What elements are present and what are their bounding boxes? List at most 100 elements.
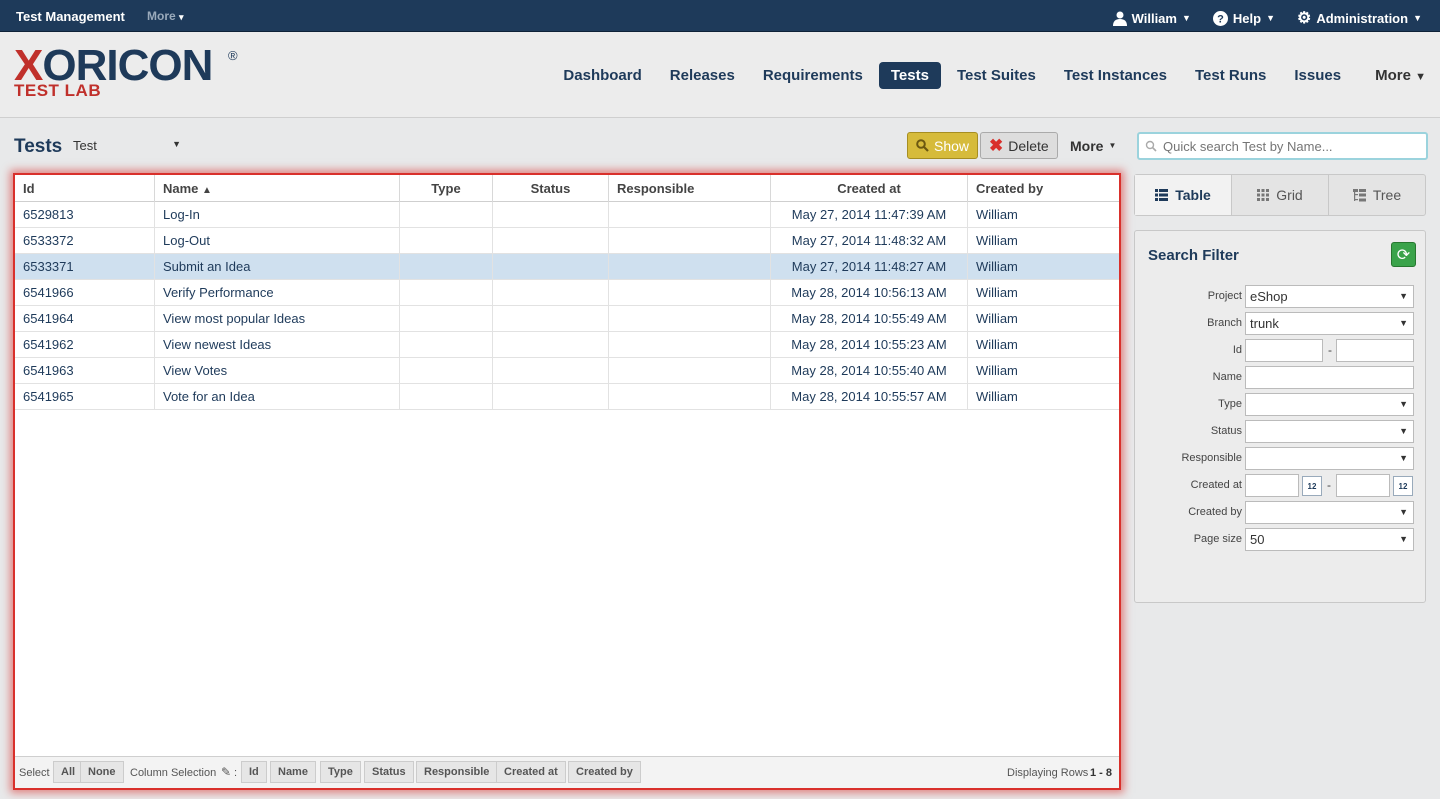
name-field[interactable] — [1245, 366, 1414, 389]
responsible-select[interactable]: ▼ — [1245, 447, 1414, 470]
column-header-id[interactable]: Id — [15, 175, 155, 202]
created-at-range-dash: - — [1327, 478, 1331, 492]
cell-name: Verify Performance — [155, 280, 400, 306]
chevron-down-icon: ▾ — [179, 12, 184, 22]
page-size-label: Page size — [1193, 533, 1242, 545]
project-select[interactable]: eShop ▼ — [1245, 285, 1414, 308]
cell-created-by: William — [976, 259, 1018, 274]
column-toggle-type[interactable]: Type — [320, 761, 361, 783]
select-none-button[interactable]: None — [80, 761, 124, 783]
column-header-type[interactable]: Type — [400, 175, 493, 202]
delete-button[interactable]: ✖ Delete — [980, 132, 1058, 159]
created-by-select[interactable]: ▼ — [1245, 501, 1414, 524]
column-header-created-at[interactable]: Created at — [771, 175, 968, 202]
administration-label: Administration — [1316, 10, 1409, 26]
user-name: William — [1131, 10, 1177, 26]
help-menu[interactable]: ? Help ▼ — [1212, 8, 1275, 28]
chevron-down-icon: ▼ — [172, 139, 181, 149]
column-header-id-label: Id — [23, 181, 35, 196]
tab-tree-view[interactable]: Tree — [1329, 175, 1425, 215]
column-header-status[interactable]: Status — [493, 175, 609, 202]
table-row[interactable]: 6533372 Log-Out May 27, 2014 11:48:32 AM Wi… — [15, 228, 1119, 254]
cell-responsible — [609, 332, 771, 358]
administration-menu[interactable]: ⚙ Administration ▼ — [1297, 8, 1422, 28]
app-menu-test-management[interactable]: Test Management — [16, 9, 125, 24]
column-toggle-responsible[interactable]: Responsible — [416, 761, 498, 783]
search-icon — [1145, 140, 1157, 152]
column-toggle-status[interactable]: Status — [364, 761, 414, 783]
cell-created-at: May 28, 2014 10:56:13 AM — [771, 280, 968, 306]
tab-table-view[interactable]: Table — [1135, 175, 1232, 215]
tab-table-label: Table — [1175, 187, 1211, 203]
column-header-status-label: Status — [530, 181, 571, 196]
test-type-value: Test — [73, 138, 97, 153]
help-label: Help — [1232, 10, 1262, 26]
created-at-to-field[interactable] — [1336, 474, 1390, 497]
column-toggle-id[interactable]: Id — [241, 761, 267, 783]
column-header-name[interactable]: Name ▲ — [155, 175, 400, 202]
sort-ascending-icon: ▲ — [202, 185, 212, 196]
quick-search — [1137, 132, 1428, 160]
branch-select[interactable]: trunk ▼ — [1245, 312, 1414, 335]
cell-status — [493, 358, 609, 384]
nav-test-runs[interactable]: Test Runs — [1183, 62, 1278, 89]
chevron-down-icon: ▼ — [1399, 318, 1408, 328]
column-header-responsible[interactable]: Responsible — [609, 175, 771, 202]
nav-requirements[interactable]: Requirements — [751, 62, 875, 89]
select-label: Select — [19, 767, 50, 779]
column-toggle-created-by[interactable]: Created by — [568, 761, 641, 783]
nav-releases[interactable]: Releases — [658, 62, 747, 89]
nav-test-instances[interactable]: Test Instances — [1052, 62, 1179, 89]
table-row[interactable]: 6541966 Verify Performance May 28, 2014 10… — [15, 280, 1119, 306]
table-row[interactable]: 6541962 View newest Ideas May 28, 2014 10:… — [15, 332, 1119, 358]
nav-issues[interactable]: Issues — [1282, 62, 1353, 89]
cell-created-at: May 28, 2014 10:55:49 AM — [771, 306, 968, 332]
quick-search-input[interactable] — [1163, 138, 1413, 154]
table-row[interactable]: 6541965 Vote for an Idea May 28, 2014 10:5… — [15, 384, 1119, 410]
nav-tests[interactable]: Tests — [878, 61, 941, 89]
cell-type — [400, 306, 493, 332]
xoricon-logo[interactable]: XORICON ® TEST LAB — [14, 44, 238, 100]
table-row[interactable]: 6541963 View Votes May 28, 2014 10:55:40 A… — [15, 358, 1119, 384]
nav-test-suites[interactable]: Test Suites — [945, 62, 1048, 89]
cell-responsible — [609, 228, 771, 254]
nav-more[interactable]: More ▼ — [1363, 62, 1438, 89]
pencil-icon[interactable]: ✎ — [221, 765, 231, 779]
show-button[interactable]: Show — [907, 132, 979, 159]
column-toggle-name[interactable]: Name — [270, 761, 316, 783]
cell-type — [400, 332, 493, 358]
id-to-field[interactable] — [1336, 339, 1414, 362]
select-all-button[interactable]: All — [53, 761, 84, 783]
cell-status — [493, 254, 609, 280]
column-toggle-created-at[interactable]: Created at — [496, 761, 566, 783]
created-at-from-field[interactable] — [1245, 474, 1299, 497]
branch-value: trunk — [1250, 316, 1279, 331]
page-size-select[interactable]: 50 ▼ — [1245, 528, 1414, 551]
registered-mark: ® — [228, 48, 238, 63]
type-select[interactable]: ▼ — [1245, 393, 1414, 416]
test-type-selector[interactable]: Test ▼ — [73, 138, 185, 153]
table-row[interactable]: 6541964 View most popular Ideas May 28, 20… — [15, 306, 1119, 332]
chevron-down-icon: ▼ — [1413, 13, 1422, 23]
refresh-button[interactable]: ⟳ — [1391, 242, 1416, 267]
tab-grid-label: Grid — [1276, 187, 1303, 203]
cell-created-by: William — [976, 233, 1018, 248]
id-from-field[interactable] — [1245, 339, 1323, 362]
table-row[interactable]: 6533371 Submit an Idea May 27, 2014 11:48:… — [15, 254, 1119, 280]
status-select[interactable]: ▼ — [1245, 420, 1414, 443]
cell-name: View Votes — [155, 358, 400, 384]
table-row[interactable]: 6529813 Log-In May 27, 2014 11:47:39 AM Wil… — [15, 202, 1119, 228]
cell-type — [400, 280, 493, 306]
created-by-label: Created by — [1188, 506, 1242, 518]
calendar-icon[interactable]: 12 — [1302, 476, 1322, 496]
app-more-menu[interactable]: More ▾ — [147, 9, 184, 23]
tab-grid-view[interactable]: Grid — [1232, 175, 1329, 215]
user-menu[interactable]: William ▼ — [1112, 8, 1191, 28]
toolbar-more-button[interactable]: More ▼ — [1062, 132, 1124, 159]
cell-id: 6541962 — [15, 332, 155, 358]
calendar-icon[interactable]: 12 — [1393, 476, 1413, 496]
column-header-created-by[interactable]: Created by — [968, 175, 1119, 202]
tab-tree-label: Tree — [1372, 187, 1402, 203]
responsible-label: Responsible — [1181, 452, 1242, 464]
nav-dashboard[interactable]: Dashboard — [551, 62, 653, 89]
